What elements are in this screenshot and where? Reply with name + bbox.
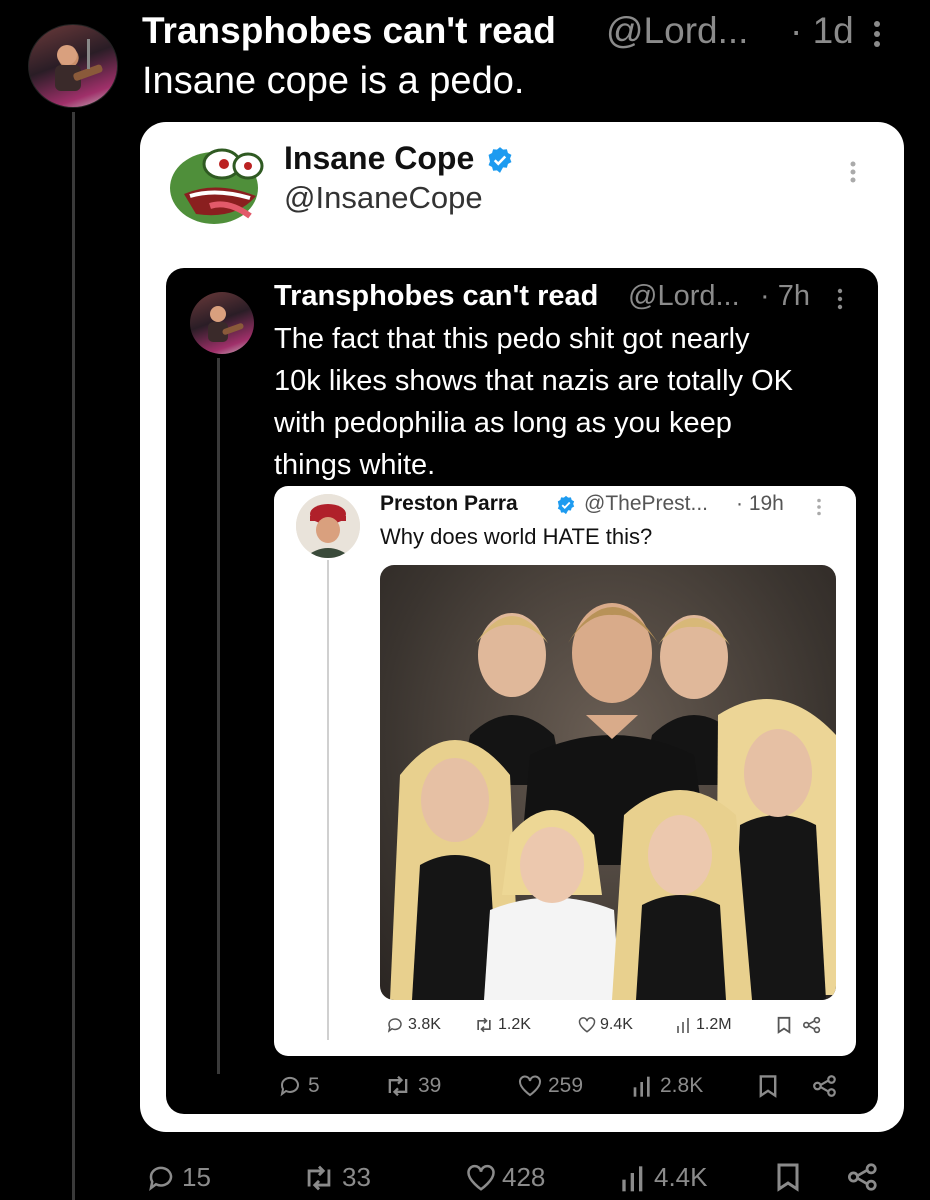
reply-button[interactable]: 5 [278,1074,320,1098]
retweet-button[interactable]: 39 [384,1074,441,1098]
retweet-count: 39 [418,1074,442,1097]
text-line: The fact that this pedo shit got nearly [274,323,750,355]
like-button[interactable]: 9.4K [578,1016,633,1034]
retweet-icon [307,1165,331,1190]
tweet-text: Why does world HATE this? [380,524,653,549]
like-count: 259 [548,1074,584,1097]
heart-icon [519,1075,541,1097]
views-count: 1.2M [696,1016,732,1033]
views-button[interactable]: 4.4K [620,1162,708,1193]
retweet-button[interactable]: 1.2K [474,1016,531,1034]
thread-line [72,112,75,1200]
views-icon [633,1076,650,1097]
text-line: 10k likes shows that nazis are totally O… [274,365,794,397]
share-icon[interactable] [802,1016,822,1034]
retweet-count: 1.2K [498,1016,531,1033]
reply-count: 5 [308,1074,320,1097]
share-icon[interactable] [846,1162,880,1192]
more-options-icon[interactable] [872,20,882,48]
timestamp[interactable]: · 7h [760,280,810,313]
author-handle[interactable]: @Lord... [628,280,740,313]
views-button[interactable]: 1.2M [676,1016,732,1034]
text-line: things white. [274,449,436,481]
avatar[interactable] [190,292,254,354]
views-icon [677,1018,689,1033]
thread-line [327,560,329,1040]
author-name[interactable]: Preston Parra [380,492,518,516]
author-handle[interactable]: @Lord... [606,10,748,52]
tweet-text: The fact that this pedo shit got nearly … [274,318,864,486]
thread-line [217,358,220,1074]
views-icon [622,1165,643,1191]
views-button[interactable]: 2.8K [632,1074,703,1098]
views-count: 2.8K [660,1074,704,1097]
retweet-count: 33 [342,1162,371,1192]
reply-icon [387,1018,402,1033]
more-options-icon[interactable] [816,498,822,516]
more-options-icon[interactable] [836,288,844,310]
bookmark-icon[interactable] [758,1074,778,1098]
views-count: 4.4K [654,1162,708,1192]
like-button[interactable]: 428 [466,1162,545,1193]
reply-icon [149,1166,173,1191]
verified-icon [556,495,576,515]
bookmark-icon[interactable] [776,1016,792,1034]
attached-photo[interactable] [380,565,836,1000]
author-name[interactable]: Insane Cope [284,140,474,177]
reply-button[interactable]: 3.8K [386,1016,441,1034]
tweet-text: Insane cope is a pedo. [142,60,525,102]
author-handle[interactable]: @ThePrest... [584,492,708,516]
timestamp[interactable]: · 19h [736,492,784,516]
timestamp[interactable]: · 1d [790,10,854,52]
heart-icon [467,1164,495,1191]
text-line: with pedophilia as long as you keep [274,407,732,439]
avatar[interactable] [28,24,118,108]
retweet-icon [388,1075,408,1097]
author-handle[interactable]: @InsaneCope [284,180,483,216]
avatar[interactable] [296,494,360,558]
verified-icon [486,146,514,174]
retweet-icon [477,1017,491,1033]
like-button[interactable]: 259 [518,1074,583,1098]
more-options-icon[interactable] [848,160,858,190]
reply-button[interactable]: 15 [146,1162,211,1193]
pepe-avatar[interactable] [166,144,266,228]
reply-count: 15 [182,1162,211,1192]
reply-count: 3.8K [408,1016,441,1033]
bookmark-icon[interactable] [776,1162,800,1192]
like-count: 9.4K [600,1016,633,1033]
author-name[interactable]: Transphobes can't read [142,10,556,52]
heart-icon [578,1017,596,1033]
retweet-button[interactable]: 33 [302,1162,371,1193]
author-name[interactable]: Transphobes can't read [274,280,598,313]
like-count: 428 [502,1162,546,1192]
reply-icon [280,1076,299,1097]
share-icon[interactable] [812,1074,838,1098]
